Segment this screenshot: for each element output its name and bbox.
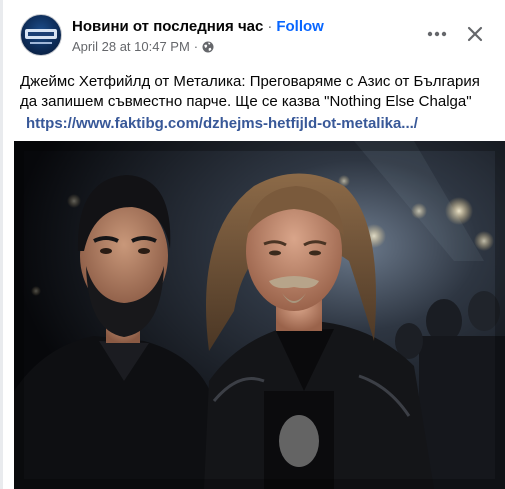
avatar-logo-subtitle [30,42,52,44]
page-name-link[interactable]: Новини от последния час [72,18,263,35]
facebook-post: Новини от последния час · Follow April 28 … [0,0,505,489]
globe-icon[interactable] [202,41,214,53]
name-separator: · [267,18,273,35]
article-link[interactable]: https://www.faktibg.com/dzhejms-hetfijld… [26,114,490,134]
more-options-icon [427,31,447,37]
close-button[interactable] [461,20,489,48]
post-header: Новини от последния час · Follow April 28 … [20,14,491,60]
post-message: Джеймс Хетфийлд от Металика: Преговаряме… [20,73,480,110]
post-meta: April 28 at 10:47 PM · [72,39,214,54]
page-avatar[interactable] [20,14,62,56]
meta-separator: · [193,39,199,54]
post-image[interactable] [14,141,505,489]
avatar-logo [25,29,57,39]
post-body: Джеймс Хетфийлд от Металика: Преговаряме… [20,72,490,134]
close-icon [467,26,483,42]
post-photo-graphic [14,141,505,489]
follow-button[interactable]: Follow [276,18,324,35]
more-options-button[interactable] [423,24,451,44]
post-timestamp[interactable]: April 28 at 10:47 PM [72,39,190,54]
page-name-row: Новини от последния час · Follow [72,18,324,35]
